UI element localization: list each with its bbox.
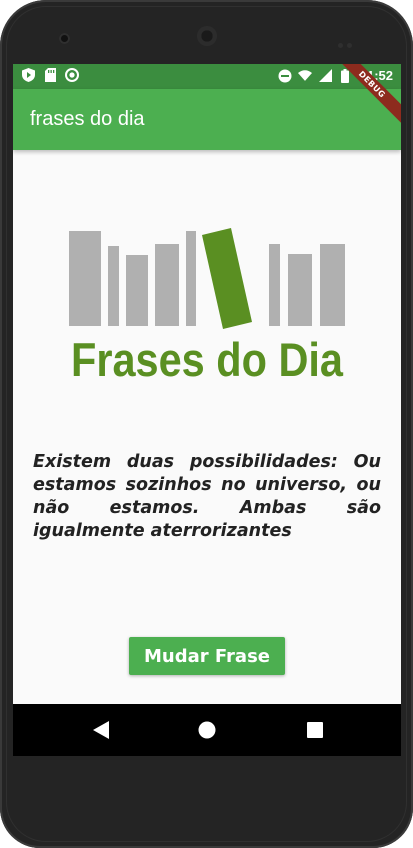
sensor-dots	[338, 33, 360, 48]
app-title: frases do dia	[30, 108, 145, 130]
play-protect-icon	[21, 68, 35, 82]
do-not-disturb-icon	[278, 69, 292, 83]
recents-icon[interactable]	[303, 718, 327, 742]
status-bar: 11:52	[13, 64, 401, 89]
logo-text: Frases do Dia	[71, 333, 344, 386]
earpiece-speaker	[197, 26, 217, 46]
back-icon[interactable]	[89, 718, 113, 742]
quote-text: Existem duas possibilidades: Ou estamos …	[33, 452, 381, 541]
signal-icon	[318, 69, 332, 83]
home-icon[interactable]	[195, 718, 219, 742]
sync-circle-icon	[65, 68, 79, 82]
app-screen: 11:52 frases do dia DEBUG Frases do Dia …	[13, 64, 401, 756]
sd-card-icon	[43, 68, 57, 82]
front-camera	[59, 33, 70, 44]
frases-do-dia-logo: Frases do Dia	[69, 228, 345, 388]
system-nav-bar	[13, 704, 401, 756]
app-bar: frases do dia	[13, 89, 401, 150]
status-bar-left-icons	[21, 68, 79, 82]
wifi-icon	[298, 69, 313, 83]
phone-frame: 11:52 frases do dia DEBUG Frases do Dia …	[0, 0, 413, 848]
change-quote-button[interactable]: Mudar Frase	[129, 637, 285, 675]
